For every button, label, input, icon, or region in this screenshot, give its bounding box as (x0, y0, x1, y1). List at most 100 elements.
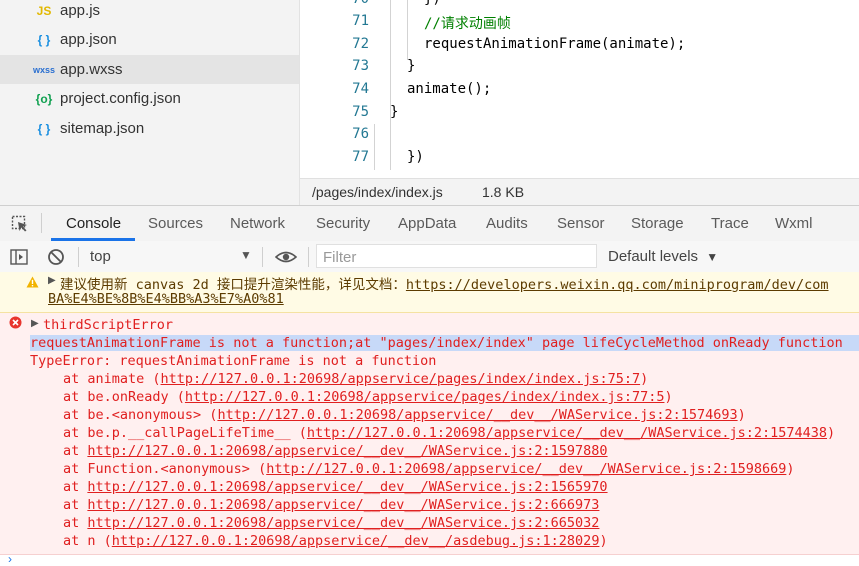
file-item-app-js[interactable]: JS app.js (0, 0, 299, 25)
config-file-icon: {o} (35, 91, 53, 106)
error-title[interactable]: thirdScriptError (43, 317, 173, 333)
stack-frame-prefix: at animate ( (63, 371, 161, 387)
expand-triangle-icon[interactable]: ▶ (31, 318, 39, 329)
code-editor[interactable]: 70 }) 71 //请求动画帧 72 requestAnimationFram… (300, 0, 859, 178)
stack-frame-prefix: at (63, 515, 88, 531)
stack-frame-link[interactable]: http://127.0.0.1:20698/appservice/__dev_… (266, 461, 786, 477)
eye-icon[interactable] (274, 248, 298, 266)
stack-frame: at n (http://127.0.0.1:20698/appservice/… (63, 533, 608, 549)
js-file-icon: JS (36, 3, 52, 18)
code-line: 75 } (300, 104, 859, 126)
stack-frame-link[interactable]: http://127.0.0.1:20698/appservice/__dev_… (307, 425, 827, 441)
tab-wxml[interactable]: Wxml (775, 215, 813, 232)
tab-audits[interactable]: Audits (486, 215, 528, 232)
file-item-app-json[interactable]: { } app.json (0, 25, 299, 54)
ide-top-area: JS app.js { } app.json wxss app.wxss {o}… (0, 0, 859, 206)
stack-frame-prefix: at (63, 497, 88, 513)
context-selector[interactable]: top (90, 248, 111, 265)
file-item-project-config[interactable]: {o} project.config.json (0, 84, 299, 113)
code-line: 71 //请求动画帧 (300, 13, 859, 35)
code-line: 73 } (300, 58, 859, 80)
line-number: 76 (352, 126, 369, 142)
code-line: 77 }) (300, 149, 859, 171)
toolbar-divider (78, 247, 79, 267)
warning-link-tail[interactable]: BA%E4%BE%8B%E4%BB%A3%E7%A0%81 (48, 291, 284, 307)
tab-sources[interactable]: Sources (148, 215, 203, 232)
file-name: app.js (60, 2, 101, 19)
inspect-element-icon[interactable] (11, 215, 29, 233)
stack-frame-link[interactable]: http://127.0.0.1:20698/appservice/pages/… (185, 389, 665, 405)
code-text: } (407, 58, 416, 74)
code-line: 74 animate(); (300, 81, 859, 103)
file-item-app-wxss[interactable]: wxss app.wxss (0, 55, 299, 84)
code-text: animate(); (407, 81, 492, 97)
filter-input[interactable]: Filter (316, 244, 597, 268)
expand-triangle-icon[interactable]: ▶ (48, 275, 56, 286)
json-file-icon: { } (37, 121, 51, 136)
chevron-down-icon[interactable]: ▼ (240, 248, 252, 262)
file-tree: JS app.js { } app.json wxss app.wxss {o}… (0, 0, 300, 205)
stack-frame-suffix: ) (827, 425, 836, 441)
warning-icon (26, 275, 39, 293)
stack-frame: at Function.<anonymous> (http://127.0.0.… (63, 461, 795, 477)
file-name: app.wxss (60, 61, 123, 78)
stack-frame-suffix: ) (599, 533, 608, 549)
code-line: 70 }) (300, 0, 859, 13)
warning-link-continued[interactable]: BA%E4%BE%8B%E4%BB%A3%E7%A0%81 (48, 291, 284, 307)
stack-frame: at http://127.0.0.1:20698/appservice/__d… (63, 497, 599, 513)
tab-console[interactable]: Console (66, 215, 121, 232)
clear-console-icon[interactable] (47, 248, 65, 266)
error-icon (9, 316, 22, 334)
warning-text: 建议使用新 canvas 2d 接口提升渲染性能，详见文档：https://de… (60, 273, 829, 293)
warning-link[interactable]: https://developers.weixin.qq.com/minipro… (406, 277, 829, 293)
code-comment: //请求动画帧 (424, 16, 511, 32)
stack-frame-link[interactable]: http://127.0.0.1:20698/appservice/pages/… (161, 371, 641, 387)
wxss-file-icon: wxss (32, 64, 56, 75)
console-toolbar: top ▼ Filter Default levels ▼ (0, 241, 859, 273)
log-levels-dropdown[interactable]: Default levels ▼ (608, 248, 718, 265)
stack-frame-prefix: at (63, 443, 88, 459)
stack-frame-prefix: at be.<anonymous> ( (63, 407, 218, 423)
line-number: 70 (300, 0, 369, 7)
file-item-sitemap-json[interactable]: { } sitemap.json (0, 114, 299, 143)
stack-frame-link[interactable]: http://127.0.0.1:20698/appservice/__dev_… (87, 497, 599, 513)
line-number: 71 (352, 13, 369, 29)
console-warning-message: ▶ 建议使用新 canvas 2d 接口提升渲染性能，详见文档：https://… (0, 272, 859, 313)
stack-frame-prefix: at Function.<anonymous> ( (63, 461, 267, 477)
stack-frame-link[interactable]: http://127.0.0.1:20698/appservice/__dev_… (87, 479, 607, 495)
console-prompt-icon[interactable]: › (8, 552, 12, 566)
stack-frame: at be.p.__callPageLifeTime__ (http://127… (63, 425, 835, 441)
tab-trace[interactable]: Trace (711, 215, 749, 232)
tab-storage[interactable]: Storage (631, 215, 684, 232)
stack-frame-link[interactable]: http://127.0.0.1:20698/appservice/__dev_… (87, 515, 599, 531)
stack-frame-link[interactable]: http://127.0.0.1:20698/appservice/__dev_… (217, 407, 737, 423)
file-name: project.config.json (60, 90, 181, 107)
json-file-icon: { } (37, 32, 51, 47)
tab-appdata[interactable]: AppData (398, 215, 456, 232)
stack-frame-link[interactable]: http://127.0.0.1:20698/appservice/__dev_… (112, 533, 600, 549)
line-number: 77 (352, 149, 369, 165)
editor-status-bar: /pages/index/index.js 1.8 KB (300, 178, 859, 206)
log-levels-label: Default levels (608, 248, 699, 265)
chevron-down-icon: ▼ (706, 250, 719, 264)
line-number: 74 (352, 81, 369, 97)
stack-frame: at http://127.0.0.1:20698/appservice/__d… (63, 515, 599, 531)
stack-frame: at http://127.0.0.1:20698/appservice/__d… (63, 479, 608, 495)
toolbar-divider (308, 247, 309, 267)
stack-frame-suffix: ) (664, 389, 673, 405)
stack-frame-prefix: at be.p.__callPageLifeTime__ ( (63, 425, 307, 441)
code-text: }) (424, 0, 441, 7)
stack-frame: at be.<anonymous> (http://127.0.0.1:2069… (63, 407, 746, 423)
tab-network[interactable]: Network (230, 215, 285, 232)
sidebar-toggle-icon[interactable] (10, 248, 28, 266)
stack-frame: at http://127.0.0.1:20698/appservice/__d… (63, 443, 608, 459)
tab-sensor[interactable]: Sensor (557, 215, 605, 232)
code-text: } (390, 104, 399, 120)
file-size: 1.8 KB (482, 184, 525, 200)
line-number: 73 (352, 58, 369, 74)
tab-security[interactable]: Security (316, 215, 370, 232)
error-message: requestAnimationFrame is not a function;… (30, 335, 859, 351)
stack-frame-link[interactable]: http://127.0.0.1:20698/appservice/__dev_… (87, 443, 607, 459)
stack-frame-prefix: at n ( (63, 533, 112, 549)
toolbar-divider (262, 247, 263, 267)
